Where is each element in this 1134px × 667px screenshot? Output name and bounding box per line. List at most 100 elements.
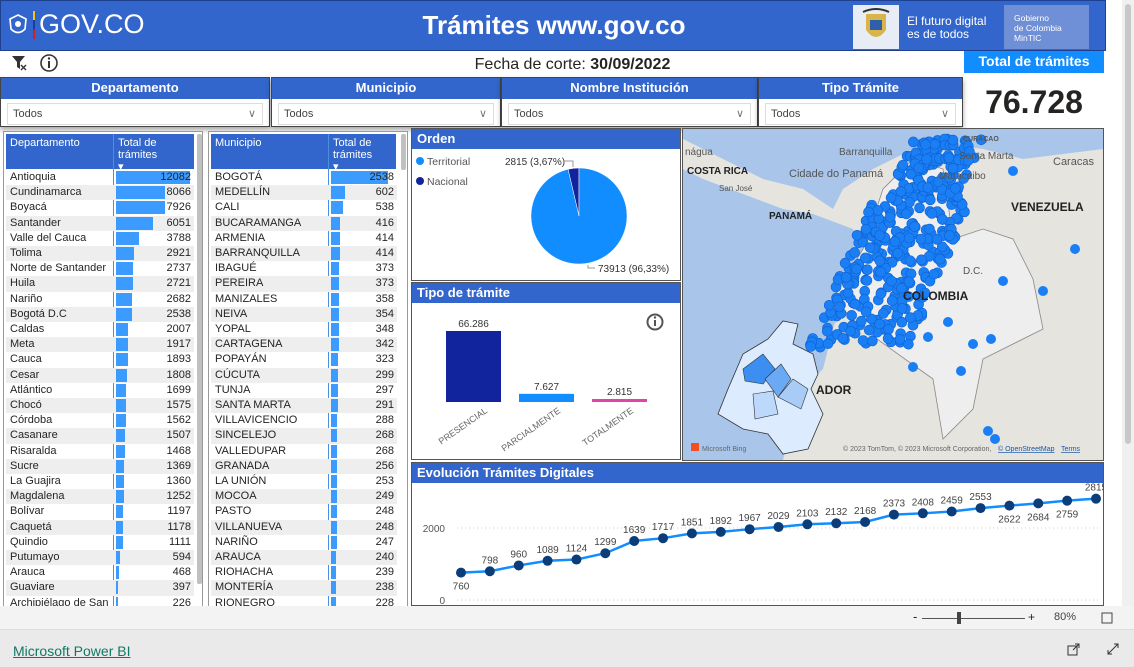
data-point[interactable] (888, 509, 899, 520)
zoom-slider-thumb[interactable] (957, 612, 961, 624)
table-row[interactable]: PEREIRA 373 (211, 276, 397, 292)
map-point[interactable] (842, 287, 854, 299)
data-point[interactable] (571, 554, 582, 565)
table-row[interactable]: La Guajira 1360 (6, 474, 194, 489)
table-row[interactable]: Quindio 1111 (6, 535, 194, 550)
map-point[interactable] (874, 230, 885, 241)
colombia-map[interactable]: CURAÇAO nágua COSTA RICA San José Cidade… (683, 129, 1103, 460)
map-point[interactable] (860, 306, 872, 318)
info-icon[interactable] (40, 54, 58, 72)
table-row[interactable]: Meta 1917 (6, 337, 194, 353)
table-row[interactable]: YOPAL 348 (211, 322, 397, 337)
table-row[interactable]: Casanare 1507 (6, 428, 194, 444)
table-row[interactable]: RIOHACHA 239 (211, 565, 397, 580)
map-point[interactable] (909, 221, 920, 232)
map-point[interactable] (908, 136, 919, 148)
filter-clear-icon[interactable] (10, 54, 28, 72)
openstreetmap-link[interactable]: © OpenStreetMap (998, 445, 1055, 453)
map-point[interactable] (889, 236, 901, 247)
zoom-in-button[interactable]: + (1028, 610, 1035, 624)
map-point[interactable] (1070, 244, 1080, 254)
table-row[interactable]: CÚCUTA 299 (211, 367, 397, 383)
map-point[interactable] (892, 248, 904, 259)
bar-totalmente[interactable] (592, 398, 647, 402)
table-row[interactable]: MOCOA 249 (211, 489, 397, 505)
table-row[interactable]: MANIZALES 358 (211, 292, 397, 307)
map-point[interactable] (943, 317, 953, 327)
table-row[interactable]: VILLANUEVA 248 (211, 519, 397, 535)
map-point[interactable] (895, 186, 907, 197)
table-row[interactable]: ARMENIA 414 (211, 231, 397, 246)
table-row[interactable]: CARTAGENA 342 (211, 337, 397, 353)
map-point[interactable] (849, 298, 861, 310)
map-point[interactable] (914, 202, 925, 214)
table-row[interactable]: Norte de Santander 2737 (6, 261, 194, 276)
table-row[interactable]: MEDELLÍN 602 (211, 185, 397, 201)
map-point[interactable] (929, 138, 941, 150)
map-point[interactable] (823, 299, 835, 311)
map-point[interactable] (968, 339, 978, 349)
data-point[interactable] (1033, 498, 1044, 509)
map-point[interactable] (924, 223, 935, 235)
map-point[interactable] (882, 333, 894, 344)
map-point[interactable] (875, 266, 886, 278)
map-point[interactable] (867, 335, 878, 347)
map-point[interactable] (861, 275, 873, 286)
map-point[interactable] (900, 208, 912, 220)
table-row[interactable]: Córdoba 1562 (6, 413, 194, 428)
map-point[interactable] (904, 255, 916, 266)
map-point[interactable] (878, 308, 889, 319)
data-point[interactable] (1004, 500, 1015, 511)
table-row[interactable]: PASTO 248 (211, 504, 397, 519)
fullscreen-icon[interactable] (1106, 642, 1120, 656)
table-row[interactable]: Valle del Cauca 3788 (6, 231, 194, 246)
bar-parcialmente[interactable] (519, 393, 574, 402)
data-point[interactable] (744, 524, 755, 535)
table-row[interactable]: Bolívar 1197 (6, 504, 194, 519)
map-point[interactable] (885, 192, 897, 204)
data-point[interactable] (860, 516, 871, 527)
map-point[interactable] (849, 247, 860, 258)
map-point[interactable] (894, 334, 906, 345)
data-point[interactable] (946, 506, 957, 517)
power-bi-link[interactable]: Microsoft Power BI (13, 643, 130, 659)
map-point[interactable] (883, 324, 894, 335)
map-point[interactable] (916, 254, 927, 266)
data-point[interactable] (831, 518, 842, 529)
data-point[interactable] (484, 566, 495, 577)
map-point[interactable] (872, 205, 884, 216)
table-row[interactable]: BUCARAMANGA 416 (211, 215, 397, 231)
map-point[interactable] (845, 326, 856, 337)
column-header-municipio[interactable]: Municipio (211, 134, 328, 169)
table-row[interactable]: Caquetá 1178 (6, 519, 194, 535)
table-row[interactable]: Guaviare 397 (6, 580, 194, 596)
table-row[interactable]: VALLEDUPAR 268 (211, 444, 397, 459)
map-point[interactable] (903, 276, 915, 288)
table-row[interactable]: GRANADA 256 (211, 458, 397, 474)
map-point[interactable] (805, 341, 816, 352)
data-point[interactable] (600, 548, 611, 559)
data-point[interactable] (802, 519, 813, 530)
table-row[interactable]: CALI 538 (211, 200, 397, 215)
map-point[interactable] (837, 333, 849, 344)
map-point[interactable] (863, 206, 874, 218)
table-scrollbar[interactable] (197, 134, 202, 584)
table-row[interactable]: ARAUCA 240 (211, 550, 397, 566)
data-point[interactable] (686, 528, 697, 539)
institucion-dropdown[interactable]: Todos ∨ (508, 103, 751, 125)
map-point[interactable] (913, 162, 925, 174)
map-point[interactable] (956, 366, 966, 376)
data-point[interactable] (629, 535, 640, 546)
map-point[interactable] (983, 426, 993, 436)
tipo-tramite-dropdown[interactable]: Todos ∨ (765, 103, 956, 125)
column-header-total[interactable]: Total de trámites ▾ (329, 134, 396, 173)
map-point[interactable] (903, 232, 915, 244)
map-point[interactable] (860, 223, 872, 235)
table-row[interactable]: SANTA MARTA 291 (211, 398, 397, 414)
data-point[interactable] (975, 503, 986, 514)
pie-slice-territorial[interactable] (530, 167, 628, 265)
map-point[interactable] (822, 338, 834, 349)
map-point[interactable] (947, 134, 959, 146)
table-row[interactable]: MONTERÍA 238 (211, 580, 397, 596)
table-row[interactable]: VILLAVICENCIO 288 (211, 413, 397, 428)
